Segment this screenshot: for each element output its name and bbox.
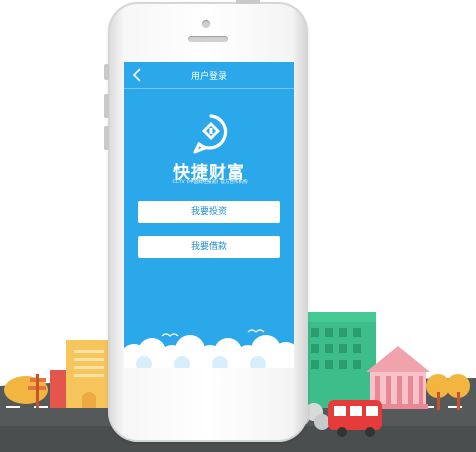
invest-button[interactable]: 我要投资: [138, 201, 280, 223]
speaker: [188, 36, 228, 42]
logo-icon: [193, 114, 228, 154]
phone-screen: 用户登录 快捷财富 CCTV《中国财经报道》官方合作机构 我要投资 我要借款: [124, 62, 294, 368]
power-button: [236, 0, 260, 4]
volume-up-button: [104, 94, 109, 118]
brand-tagline: CCTV《中国财经报道》官方合作机构: [172, 180, 248, 185]
illustration-scene: 用户登录 快捷财富 CCTV《中国财经报道》官方合作机构 我要投资 我要借款: [0, 0, 476, 452]
phone-mockup: 用户登录 快捷财富 CCTV《中国财经报道》官方合作机构 我要投资 我要借款: [104, 0, 308, 442]
mute-switch: [104, 64, 109, 80]
volume-down-button: [104, 126, 109, 150]
nav-bar: 用户登录: [124, 62, 294, 89]
camera: [202, 20, 210, 28]
nav-title: 用户登录: [190, 72, 227, 82]
borrow-button[interactable]: 我要借款: [138, 236, 280, 258]
cloud-icon: [124, 335, 294, 368]
